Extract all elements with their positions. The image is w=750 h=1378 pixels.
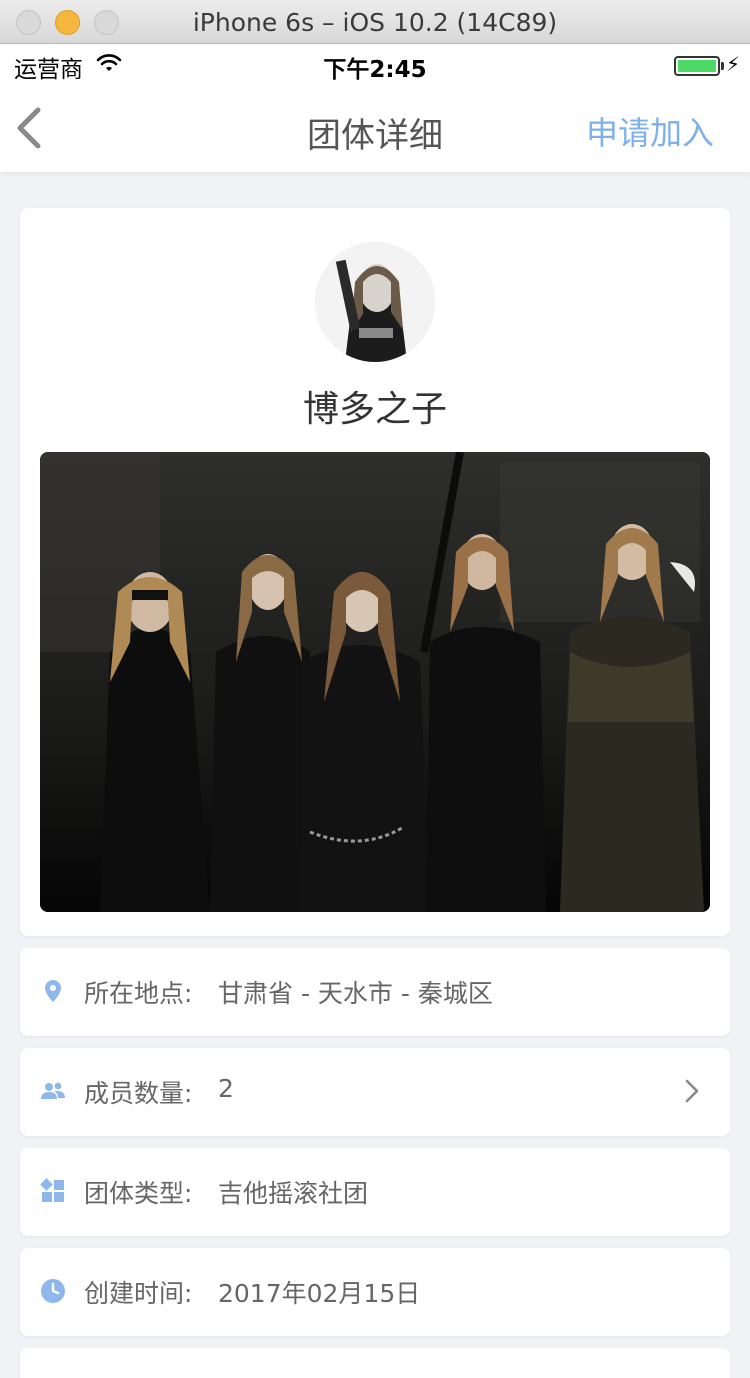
charging-icon: ⚡ [726,52,741,76]
group-type-row: 团体类型: 吉他摇滚社团 [20,1148,730,1236]
group-type-value: 吉他摇滚社团 [218,1179,369,1208]
category-grid-icon [40,1178,64,1202]
member-count-label: 成员数量: [84,1079,193,1108]
group-profile-card: 博多之子 [20,208,730,936]
band-photo-image [40,452,710,912]
status-bar: 运营商 下午2:45 ⚡ [0,44,750,86]
apply-join-button[interactable]: 申请加入 [586,108,714,154]
simulator-titlebar: iPhone 6s – iOS 10.2 (14C89) [0,0,750,44]
chevron-right-icon [685,1079,699,1103]
location-pin-icon [45,980,61,1002]
location-row: 所在地点: 甘肃省 - 天水市 - 秦城区 [20,948,730,1036]
clock-icon [41,1279,65,1303]
location-label: 所在地点: [84,979,193,1008]
avatar-image [315,242,435,362]
window-title: iPhone 6s – iOS 10.2 (14C89) [192,8,558,37]
created-date-label: 创建时间: [84,1279,193,1308]
members-icon [41,1082,65,1099]
group-type-label: 团体类型: [84,1179,193,1208]
battery-icon [674,56,720,76]
location-value: 甘肃省 - 天水市 - 秦城区 [218,979,493,1008]
group-avatar[interactable] [315,242,435,362]
member-count-row[interactable]: 成员数量: 2 [20,1048,730,1136]
battery-tip [721,62,724,70]
created-date-value: 2017年02月15日 [218,1279,421,1308]
group-name: 博多之子 [302,389,447,430]
group-photo[interactable] [40,452,710,912]
status-time: 下午2:45 [323,57,427,83]
member-count-value: 2 [218,1074,234,1103]
navigation-bar: 团体详细 申请加入 [0,86,750,172]
next-info-row [20,1348,730,1378]
created-date-row: 创建时间: 2017年02月15日 [20,1248,730,1336]
